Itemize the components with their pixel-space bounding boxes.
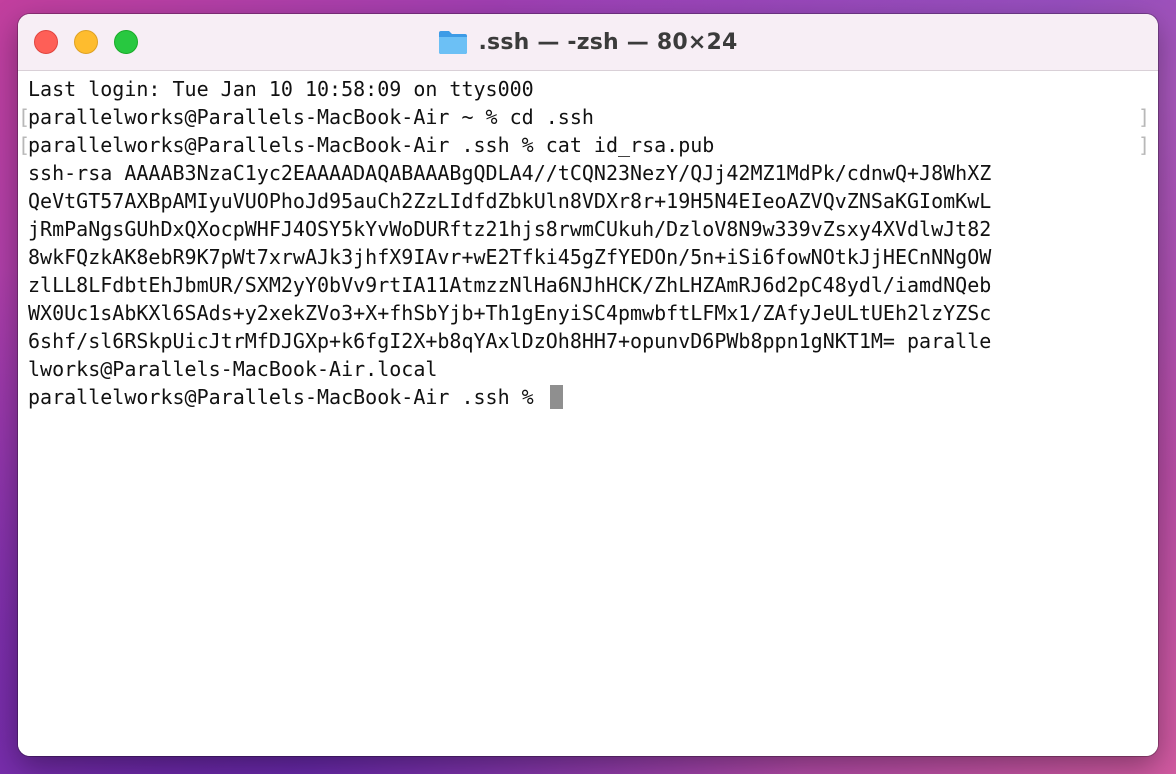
terminal-line: 6shf/sl6RSkpUicJtrMfDJGXp+k6fgI2X+b8qYAx…: [28, 329, 992, 353]
title-bar[interactable]: .ssh — -zsh — 80×24: [18, 14, 1158, 71]
mark-bracket-right: ]: [1137, 105, 1150, 129]
terminal-line: [parallelworks@Parallels-MacBook-Air .ss…: [18, 133, 1150, 157]
terminal-prompt-line[interactable]: parallelworks@Parallels-MacBook-Air .ssh…: [28, 383, 1158, 411]
window-title-group: .ssh — -zsh — 80×24: [18, 14, 1158, 70]
mark-bracket-left: [: [18, 133, 31, 157]
terminal-window[interactable]: .ssh — -zsh — 80×24 Last login: Tue Jan …: [18, 14, 1158, 756]
mark-bracket-left: [: [18, 105, 31, 129]
terminal-line: [parallelworks@Parallels-MacBook-Air ~ %…: [18, 105, 1150, 129]
folder-icon: [439, 31, 468, 54]
terminal-line: 8wkFQzkAK8ebR9K7pWt7xrwAJk3jhfX9IAvr+wE2…: [28, 245, 992, 269]
terminal-content[interactable]: Last login: Tue Jan 10 10:58:09 on ttys0…: [18, 71, 1158, 756]
terminal-line: WX0Uc1sAbKXl6SAds+y2xekZVo3+X+fhSbYjb+Th…: [28, 301, 992, 325]
window-title: .ssh — -zsh — 80×24: [478, 29, 738, 55]
terminal-line: Last login: Tue Jan 10 10:58:09 on ttys0…: [28, 77, 534, 101]
terminal-line: QeVtGT57AXBpAMIyuVUOPhoJd95auCh2ZzLIdfdZ…: [28, 189, 992, 213]
terminal-line: lworks@Parallels-MacBook-Air.local: [28, 357, 438, 381]
text-cursor: [549, 385, 563, 409]
shell-prompt: parallelworks@Parallels-MacBook-Air .ssh…: [28, 385, 546, 409]
terminal-line: jRmPaNgsGUhDxQXocpWHFJ4OSY5kYvWoDURftz21…: [28, 217, 992, 241]
mark-bracket-right: ]: [1137, 133, 1150, 157]
terminal-line: ssh-rsa AAAAB3NzaC1yc2EAAAADAQABAAABgQDL…: [28, 161, 992, 185]
terminal-line: zlLL8LFdbtEhJbmUR/SXM2yY0bVv9rtIA11Atmzz…: [28, 273, 992, 297]
